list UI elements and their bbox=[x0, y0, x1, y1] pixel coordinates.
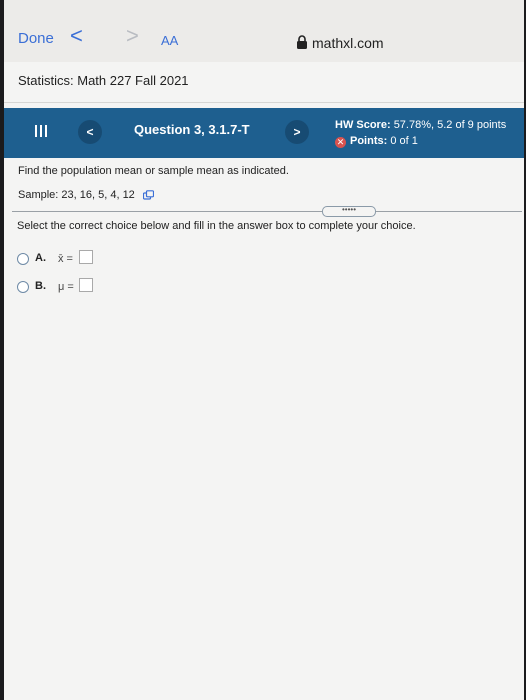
copy-data-icon[interactable] bbox=[143, 190, 154, 200]
question-title: Question 3, 3.1.7-T bbox=[134, 122, 250, 137]
hw-score-panel: HW Score: 57.78%, 5.2 of 9 points ✕ Point… bbox=[335, 117, 506, 149]
course-header: Statistics: Math 227 Fall 2021 bbox=[4, 62, 524, 103]
course-title: Statistics: Math 227 Fall 2021 bbox=[18, 73, 189, 88]
forward-button[interactable]: > bbox=[126, 25, 139, 47]
radio-button[interactable] bbox=[17, 281, 29, 293]
lock-icon bbox=[297, 35, 307, 49]
hw-score-label: HW Score: bbox=[335, 119, 391, 131]
choice-letter: B. bbox=[35, 280, 46, 292]
browser-toolbar: Done < > AA mathxl.com bbox=[4, 0, 524, 62]
sample-data: Sample: 23, 16, 5, 4, 12 bbox=[18, 189, 135, 201]
hw-score: HW Score: 57.78%, 5.2 of 9 points bbox=[335, 117, 506, 133]
menu-icon[interactable] bbox=[34, 121, 48, 143]
expand-button[interactable]: ••••• bbox=[322, 206, 376, 217]
radio-button[interactable] bbox=[17, 253, 29, 265]
incorrect-icon: ✕ bbox=[335, 137, 346, 148]
previous-question-button[interactable]: < bbox=[78, 120, 102, 144]
answer-box[interactable] bbox=[79, 278, 93, 292]
instruction-text: Select the correct choice below and fill… bbox=[17, 220, 416, 232]
points-label: Points: bbox=[350, 135, 388, 147]
divider bbox=[12, 211, 522, 212]
choice-symbol: x̄ = bbox=[58, 253, 73, 265]
url-field[interactable]: mathxl.com bbox=[312, 35, 384, 51]
device-screen: Done < > AA mathxl.com Statistics: Math … bbox=[4, 0, 524, 700]
points: ✕ Points: 0 of 1 bbox=[335, 133, 506, 149]
text-size-button[interactable]: AA bbox=[161, 33, 178, 48]
question-navigation-bar: < Question 3, 3.1.7-T > HW Score: 57.78%… bbox=[4, 108, 524, 158]
points-value: 0 of 1 bbox=[390, 135, 418, 147]
done-button[interactable]: Done bbox=[18, 30, 54, 47]
choice-letter: A. bbox=[35, 252, 46, 264]
answer-box[interactable] bbox=[79, 250, 93, 264]
hw-score-value: 57.78%, 5.2 of 9 points bbox=[393, 119, 507, 131]
next-question-button[interactable]: > bbox=[285, 120, 309, 144]
question-content: Find the population mean or sample mean … bbox=[4, 158, 524, 700]
question-prompt: Find the population mean or sample mean … bbox=[18, 165, 289, 177]
choice-symbol: μ = bbox=[58, 281, 74, 293]
back-button[interactable]: < bbox=[70, 25, 83, 47]
